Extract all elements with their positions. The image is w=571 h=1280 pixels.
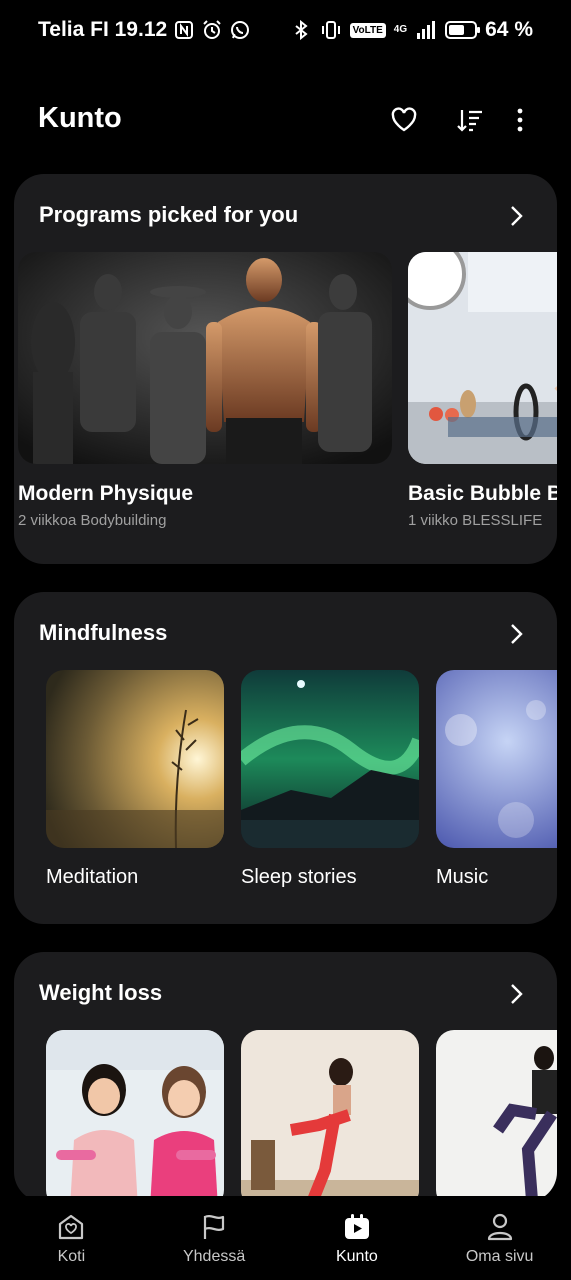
mindfulness-item-label: Music xyxy=(436,866,489,888)
volte-badge: VoLTE xyxy=(349,22,386,38)
heart-icon xyxy=(391,107,417,132)
network-type: 4G xyxy=(393,24,408,35)
sleep-stories-image xyxy=(241,670,419,848)
weight-loss-header[interactable]: Weight loss xyxy=(39,974,532,1014)
weight-loss-item[interactable] xyxy=(241,1030,419,1202)
flag-icon xyxy=(204,1215,225,1239)
program-item[interactable]: Basic Bubble B 1 viikko BLESSLIFE xyxy=(408,252,557,529)
favorites-button[interactable] xyxy=(388,104,420,136)
chevron-right-icon xyxy=(511,206,523,226)
chevron-right-icon xyxy=(511,984,523,1004)
programs-title: Programs picked for you xyxy=(39,202,299,227)
nav-label: Yhdessä xyxy=(182,1248,246,1265)
mindfulness-item-meditation[interactable]: Meditation xyxy=(46,670,224,889)
more-vertical-icon xyxy=(517,108,523,132)
vibrate-icon xyxy=(321,21,340,39)
weight-loss-card: Weight loss xyxy=(14,952,557,1202)
programs-card: Programs picked for you Modern Physique … xyxy=(14,174,557,564)
mindfulness-item-label: Meditation xyxy=(46,866,139,888)
nav-label: Oma sivu xyxy=(465,1248,534,1265)
home-heart-icon xyxy=(59,1214,84,1240)
weight-loss-title: Weight loss xyxy=(39,980,163,1005)
program-item[interactable]: Modern Physique 2 viikkoa Bodybuilding xyxy=(18,252,392,529)
battery-percent: 64 % xyxy=(485,18,533,41)
bottom-navigation: Koti Yhdessä Kunto Oma sivu xyxy=(0,1196,571,1280)
nav-item-koti[interactable]: Koti xyxy=(0,1196,143,1280)
page-title: Kunto xyxy=(38,102,122,134)
mindfulness-item-music[interactable]: Music xyxy=(436,670,557,889)
nfc-icon xyxy=(175,21,194,39)
weight-loss-image xyxy=(46,1030,224,1202)
nav-item-kunto[interactable]: Kunto xyxy=(286,1196,429,1280)
meditation-image xyxy=(46,670,224,848)
program-image xyxy=(18,252,392,464)
alarm-icon xyxy=(203,20,221,39)
carrier-time: Telia FI 19.12 xyxy=(38,18,168,41)
programs-header[interactable]: Programs picked for you xyxy=(39,196,532,236)
more-options-button[interactable] xyxy=(504,104,536,136)
status-bar: Telia FI 19.12 VoLTE 4G 64 % xyxy=(0,0,571,62)
program-image xyxy=(408,252,557,464)
mindfulness-title: Mindfulness xyxy=(39,620,168,645)
sort-button[interactable] xyxy=(454,104,486,136)
music-image xyxy=(436,670,557,848)
weight-loss-item[interactable] xyxy=(436,1030,557,1202)
nav-label: Kunto xyxy=(335,1248,378,1265)
whatsapp-icon xyxy=(231,21,250,39)
nav-label: Koti xyxy=(57,1248,86,1265)
weight-loss-image xyxy=(436,1030,557,1202)
app-bar: Kunto xyxy=(0,90,571,150)
person-icon xyxy=(487,1213,512,1241)
weight-loss-item[interactable] xyxy=(46,1030,224,1202)
nav-item-yhdessa[interactable]: Yhdessä xyxy=(143,1196,286,1280)
play-calendar-icon xyxy=(344,1214,369,1239)
nav-item-oma-sivu[interactable]: Oma sivu xyxy=(428,1196,571,1280)
program-meta: 2 viikkoa Bodybuilding xyxy=(18,512,167,529)
chevron-right-icon xyxy=(511,624,523,644)
mindfulness-item-sleep-stories[interactable]: Sleep stories xyxy=(241,670,419,889)
program-meta: 1 viikko BLESSLIFE xyxy=(408,512,543,529)
bluetooth-icon xyxy=(294,19,308,41)
weight-loss-image xyxy=(241,1030,419,1202)
sort-icon xyxy=(457,110,482,132)
program-name: Basic Bubble B xyxy=(408,482,557,505)
program-name: Modern Physique xyxy=(18,482,194,505)
battery-icon xyxy=(445,21,481,39)
mindfulness-card: Mindfulness Meditation Sleep stories Mus… xyxy=(14,592,557,924)
signal-icon xyxy=(417,21,436,39)
mindfulness-header[interactable]: Mindfulness xyxy=(39,614,532,654)
mindfulness-item-label: Sleep stories xyxy=(241,866,357,888)
